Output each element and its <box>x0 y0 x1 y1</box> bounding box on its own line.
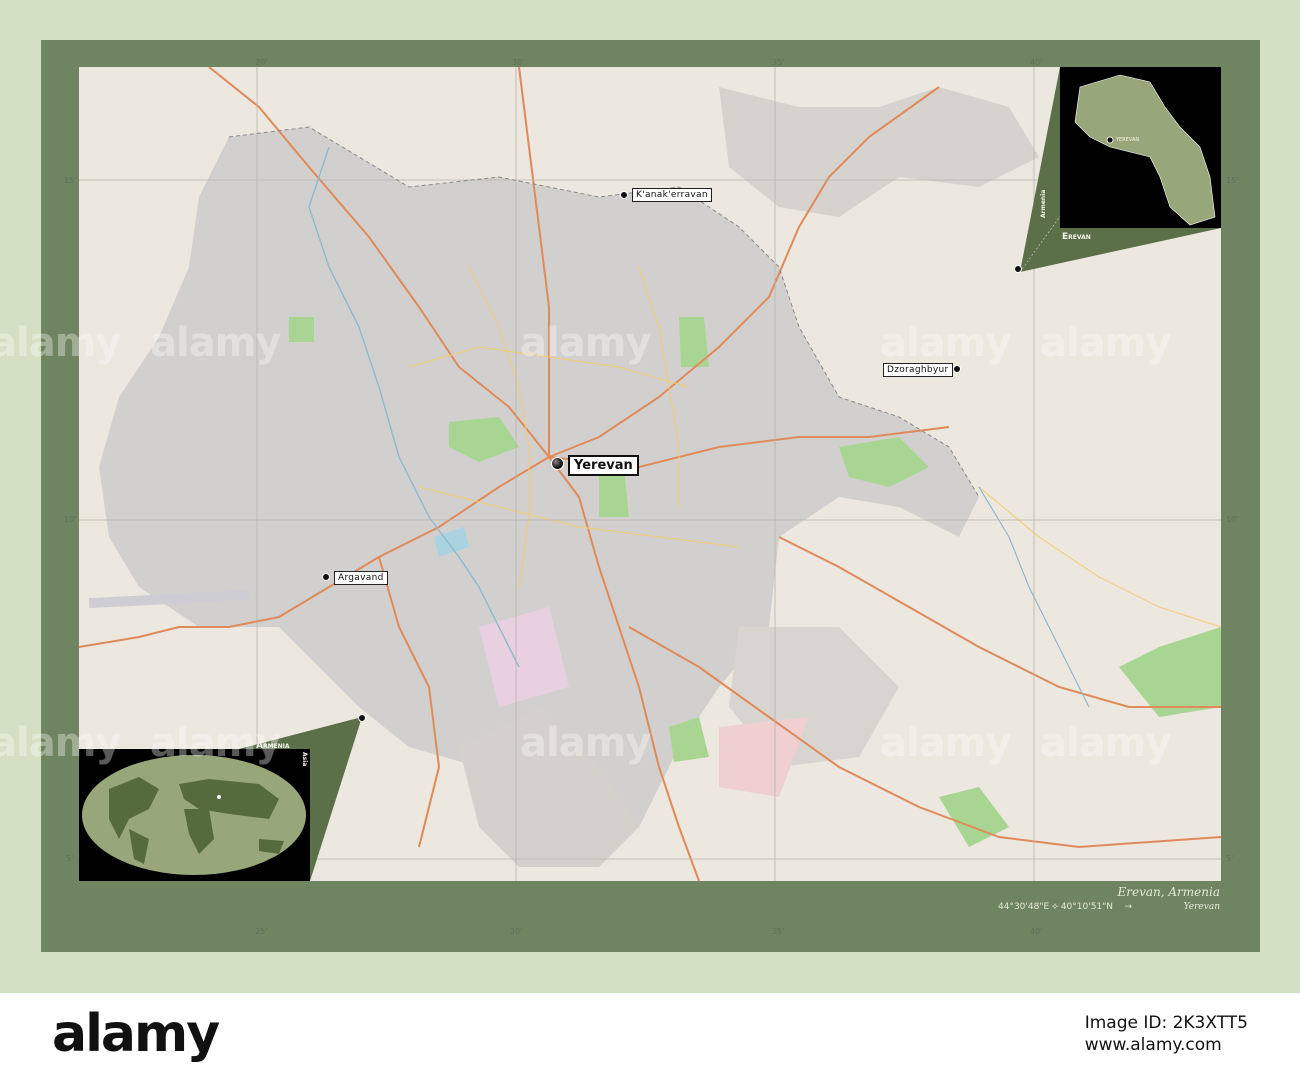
park <box>289 317 314 342</box>
inset-region-map: Yerevan <box>1060 67 1221 228</box>
watermark: alamy <box>520 320 651 366</box>
grid-label-left: 5' <box>66 854 74 863</box>
grid-label-right: 10' <box>1226 515 1239 524</box>
capital-label[interactable]: Yerevan <box>568 455 639 476</box>
grid-label-left: 15' <box>64 176 77 185</box>
map-title: Erevan, Armenia <box>1117 885 1221 899</box>
park <box>939 787 1009 847</box>
footer-logo[interactable]: alamy <box>52 1004 220 1064</box>
inset-world-continent-label: Asia <box>301 752 308 767</box>
inset-city-label: Yerevan <box>1116 137 1140 143</box>
inset-pointer-dot <box>1014 265 1022 273</box>
grid-label-bottom: 30' <box>510 927 523 936</box>
inset-world-map <box>79 749 310 881</box>
kanakerravan-label[interactable]: K'anak'erravan <box>632 188 712 202</box>
inset-country-label: Armenia <box>1040 189 1047 218</box>
map-region: Yerevan <box>1183 902 1220 912</box>
grid-label-bottom: 40' <box>1030 927 1043 936</box>
kanakerravan-marker[interactable] <box>620 191 628 199</box>
urban-area-ne <box>719 87 1039 217</box>
grid-label-bottom: 35' <box>772 927 785 936</box>
watermark: alamy <box>1040 720 1171 766</box>
grid-label-right: 15' <box>1226 176 1239 185</box>
image-id-label: Image ID: 2K3XTT5 <box>1084 1013 1248 1033</box>
grid-label-top: 30' <box>512 58 525 67</box>
watermark: alamy <box>150 320 281 366</box>
argavand-marker[interactable] <box>322 573 330 581</box>
watermark: alamy <box>880 320 1011 366</box>
map-coordinates: 44°30'48"E ⟡ 40°10'51"N → <box>998 902 1133 912</box>
inset-region-label: Erevan <box>1062 232 1091 242</box>
watermark: alamy <box>0 320 121 366</box>
dzoraghbyur-marker[interactable] <box>953 365 961 373</box>
grid-label-top: 40' <box>1030 58 1043 67</box>
argavand-label[interactable]: Argavand <box>334 571 388 585</box>
grid-label-bottom: 25' <box>255 927 268 936</box>
watermark: alamy <box>520 720 651 766</box>
world-map-svg <box>82 755 306 875</box>
watermark: alamy <box>0 720 121 766</box>
footer-url[interactable]: www.alamy.com <box>1085 1034 1248 1056</box>
grid-label-right: 5' <box>1226 854 1234 863</box>
watermark: alamy <box>1040 320 1171 366</box>
inset-world-pointer-dot <box>358 714 366 722</box>
grid-label-left: 10' <box>64 515 77 524</box>
armenia-outline <box>1074 74 1216 226</box>
watermark: alamy <box>150 720 281 766</box>
footer-info: Image ID: 2K3XTT5 www.alamy.com <box>1085 1012 1248 1056</box>
grid-label-top: 35' <box>772 58 785 67</box>
grid-label-top: 20' <box>255 58 268 67</box>
watermark: alamy <box>880 720 1011 766</box>
capital-marker[interactable] <box>551 457 564 470</box>
arrow-icon: → <box>1124 902 1133 912</box>
park <box>1119 627 1221 717</box>
